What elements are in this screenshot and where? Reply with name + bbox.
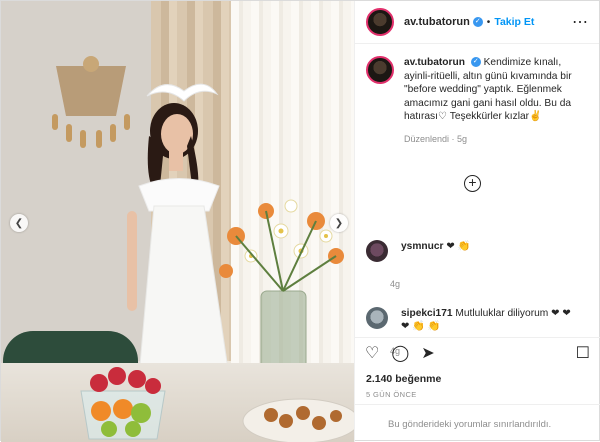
- username-link[interactable]: av.tubatorun: [404, 16, 470, 28]
- fruit-bowl: [80, 367, 166, 440]
- commenter-username[interactable]: sipekci171: [401, 308, 453, 319]
- commenter-avatar[interactable]: [366, 307, 388, 329]
- post-age: 5 GÜN ÖNCE: [366, 390, 417, 399]
- comment-bubble-icon[interactable]: ◯: [391, 343, 409, 363]
- post-side-panel: av.tubatorun ✓ • Takip Et ⋯ av.tubatorun…: [354, 1, 600, 442]
- instagram-post: ❮ ❯ av.tubatorun ✓ • Takip Et ⋯ av.tubat…: [0, 0, 600, 442]
- chevron-left-icon: ❮: [14, 217, 24, 229]
- comment-time: 4g: [390, 279, 401, 289]
- post-photo[interactable]: ❮ ❯: [1, 1, 354, 442]
- comment-body: sipekci171 Mutluluklar diliyorum ❤ ❤ ❤ 👏…: [401, 307, 581, 333]
- comment-text: ❤ 👏: [446, 241, 471, 252]
- caption-text: av.tubatorun ✓ Kendimize kınalı, ayinli-…: [404, 56, 589, 124]
- comments-limited-notice: Bu gönderideki yorumlar sınırlandırıldı.: [355, 404, 600, 442]
- comment: sipekci171 Mutluluklar diliyorum ❤ ❤ ❤ 👏…: [366, 307, 581, 333]
- avatar[interactable]: [366, 8, 394, 36]
- caption: av.tubatorun ✓ Kendimize kınalı, ayinli-…: [366, 56, 589, 124]
- likes-count[interactable]: 2.140 beğenme: [366, 373, 441, 385]
- comment: ysmnucr ❤ 👏: [366, 240, 581, 262]
- comments-scroll-area[interactable]: av.tubatorun ✓ Kendimize kınalı, ayinli-…: [355, 44, 599, 356]
- caption-username[interactable]: av.tubatorun: [404, 57, 465, 68]
- commenter-avatar[interactable]: [366, 240, 388, 262]
- follow-button[interactable]: Takip Et: [494, 16, 534, 28]
- bookmark-icon[interactable]: ☐: [576, 343, 590, 363]
- action-bar: ♡ ◯ ➤ ☐: [355, 337, 600, 367]
- chevron-right-icon: ❯: [334, 217, 344, 229]
- verified-badge-icon: ✓: [472, 17, 483, 27]
- share-paper-plane-icon[interactable]: ➤: [421, 343, 434, 363]
- caption-avatar[interactable]: [366, 56, 394, 84]
- load-more-comments-icon[interactable]: +: [464, 175, 481, 192]
- separator-dot: •: [486, 16, 491, 28]
- snack-platter: [242, 398, 354, 442]
- previous-photo-button[interactable]: ❮: [10, 214, 28, 232]
- next-photo-button[interactable]: ❯: [330, 214, 348, 232]
- like-heart-icon[interactable]: ♡: [365, 343, 379, 363]
- more-horizontal-icon[interactable]: ⋯: [572, 12, 589, 32]
- verified-badge-icon: ✓: [470, 57, 481, 68]
- commenter-username[interactable]: ysmnucr: [401, 241, 443, 252]
- post-header: av.tubatorun ✓ • Takip Et ⋯: [355, 1, 599, 44]
- comment-body: ysmnucr ❤ 👏: [401, 240, 581, 262]
- edited-timestamp: Düzenlendi · 5g: [404, 133, 468, 144]
